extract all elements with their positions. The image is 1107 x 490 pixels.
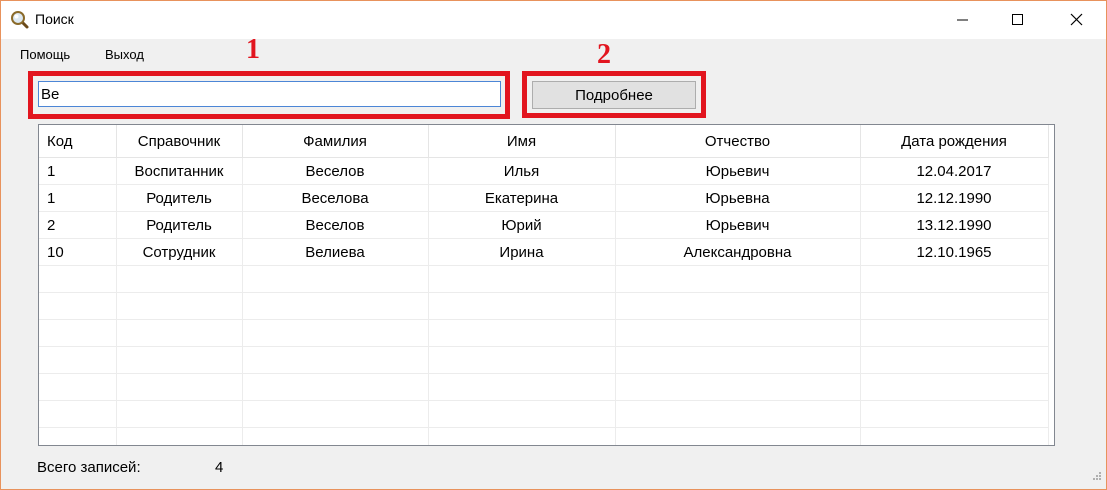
total-records-count: 4 xyxy=(215,459,224,476)
cell-surname: Веселов xyxy=(242,211,429,239)
maximize-button[interactable] xyxy=(995,1,1041,39)
empty-row xyxy=(39,400,1049,428)
title-bar: Поиск xyxy=(1,1,1106,39)
column-header-code[interactable]: Код xyxy=(39,125,117,158)
maximize-icon xyxy=(1012,14,1023,25)
cell-code: 1 xyxy=(39,157,117,185)
minimize-button[interactable] xyxy=(940,1,986,39)
cell-surname: Велиева xyxy=(242,238,429,266)
details-button[interactable]: Подробнее xyxy=(532,81,696,109)
column-header-name[interactable]: Имя xyxy=(428,125,616,158)
empty-row xyxy=(39,265,1049,293)
close-icon xyxy=(1070,13,1083,26)
empty-row xyxy=(39,346,1049,374)
empty-row xyxy=(39,319,1049,347)
table-row[interactable]: 10 Сотрудник Велиева Ирина Александровна… xyxy=(39,238,1049,266)
table-row[interactable]: 2 Родитель Веселов Юрий Юрьевич 13.12.19… xyxy=(39,211,1049,239)
results-table: Код Справочник Фамилия Имя Отчество Дата… xyxy=(39,125,1049,445)
annotation-number-2: 2 xyxy=(597,39,611,70)
cell-surname: Веселов xyxy=(242,157,429,185)
cell-directory: Воспитанник xyxy=(116,157,243,185)
results-grid[interactable]: Код Справочник Фамилия Имя Отчество Дата… xyxy=(38,124,1055,446)
empty-row xyxy=(39,373,1049,401)
close-button[interactable] xyxy=(1054,1,1100,39)
empty-row xyxy=(39,427,1049,445)
cell-patronymic: Юрьевич xyxy=(615,157,861,185)
cell-directory: Родитель xyxy=(116,184,243,212)
cell-patronymic: Юрьевич xyxy=(615,211,861,239)
menu-item-exit[interactable]: Выход xyxy=(105,47,144,62)
table-row[interactable]: 1 Воспитанник Веселов Илья Юрьевич 12.04… xyxy=(39,157,1049,185)
cell-surname: Веселова xyxy=(242,184,429,212)
cell-patronymic: Александровна xyxy=(615,238,861,266)
cell-birthdate: 12.04.2017 xyxy=(860,157,1049,185)
table-header-row: Код Справочник Фамилия Имя Отчество Дата… xyxy=(39,125,1049,158)
cell-code: 2 xyxy=(39,211,117,239)
cell-name: Юрий xyxy=(428,211,616,239)
cell-directory: Родитель xyxy=(116,211,243,239)
cell-name: Ирина xyxy=(428,238,616,266)
cell-code: 10 xyxy=(39,238,117,266)
column-header-surname[interactable]: Фамилия xyxy=(242,125,429,158)
table-row[interactable]: 1 Родитель Веселова Екатерина Юрьевна 12… xyxy=(39,184,1049,212)
app-window: Поиск Помощь Выход 1 2 Подробнее xyxy=(0,0,1107,490)
magnifier-icon xyxy=(10,10,30,30)
cell-patronymic: Юрьевна xyxy=(615,184,861,212)
cell-directory: Сотрудник xyxy=(116,238,243,266)
cell-birthdate: 12.10.1965 xyxy=(860,238,1049,266)
cell-name: Екатерина xyxy=(428,184,616,212)
column-header-patronymic[interactable]: Отчество xyxy=(615,125,861,158)
cell-code: 1 xyxy=(39,184,117,212)
cell-name: Илья xyxy=(428,157,616,185)
minimize-icon xyxy=(957,19,968,21)
total-records-label: Всего записей: xyxy=(37,459,141,476)
search-input[interactable] xyxy=(38,81,501,107)
empty-row xyxy=(39,292,1049,320)
annotation-number-1: 1 xyxy=(246,34,260,65)
menu-bar: Помощь Выход xyxy=(1,39,1106,69)
window-title: Поиск xyxy=(35,11,74,27)
cell-birthdate: 13.12.1990 xyxy=(860,211,1049,239)
column-header-birthdate[interactable]: Дата рождения xyxy=(860,125,1049,158)
cell-birthdate: 12.12.1990 xyxy=(860,184,1049,212)
menu-item-help[interactable]: Помощь xyxy=(20,47,70,62)
column-header-directory[interactable]: Справочник xyxy=(116,125,243,158)
resize-grip-icon[interactable] xyxy=(1092,468,1102,486)
